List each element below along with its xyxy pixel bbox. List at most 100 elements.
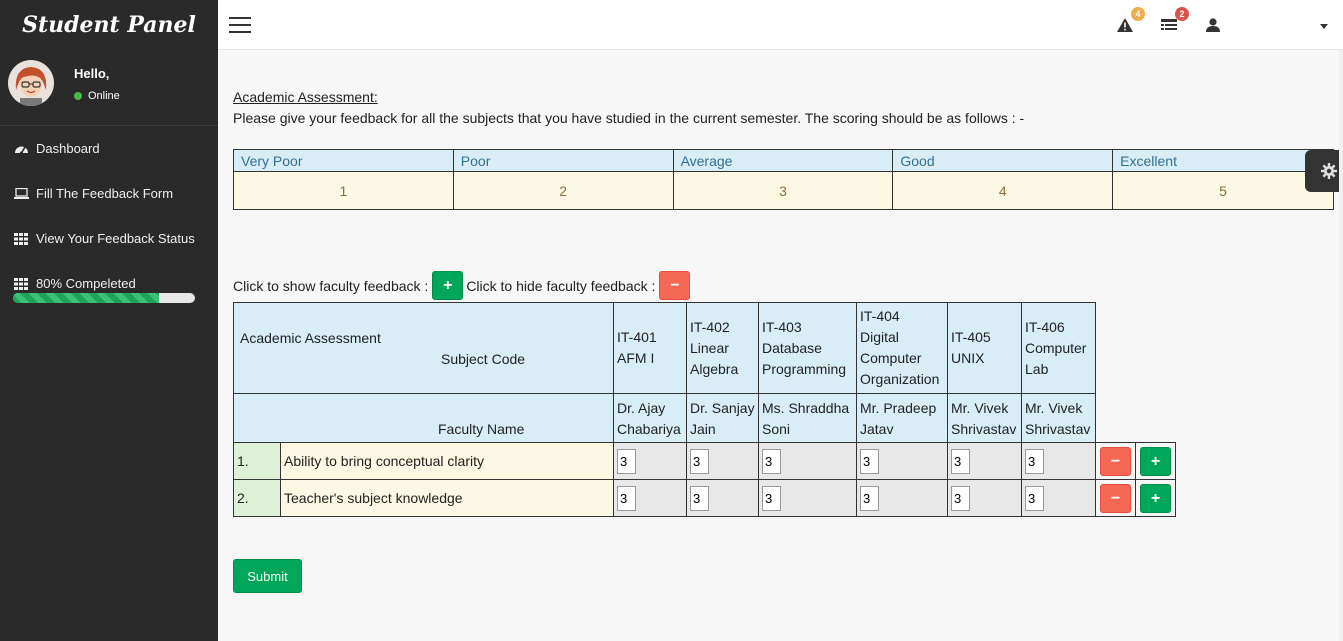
sidebar-item-fill-feedback[interactable]: Fill The Feedback Form bbox=[0, 171, 218, 216]
table-row: 2. Teacher's subject knowledge − + bbox=[233, 479, 1176, 517]
avatar bbox=[8, 60, 54, 106]
criterion-label: Ability to bring conceptual clarity bbox=[280, 442, 614, 480]
score-input[interactable] bbox=[951, 448, 970, 474]
faculty-name: Dr. Ajay Chabariya bbox=[613, 393, 687, 443]
faculty-name-row: Faculty Name Dr. Ajay Chabariya Dr. Sanj… bbox=[233, 393, 1176, 443]
greeting: Hello, bbox=[74, 66, 110, 81]
completion-progress-fill bbox=[13, 293, 159, 303]
subject-code: IT-403 bbox=[762, 318, 802, 335]
score-cell bbox=[947, 442, 1022, 480]
action-cell: − bbox=[1095, 479, 1136, 517]
score-cell bbox=[758, 442, 857, 480]
subject-code-label: Subject Code bbox=[441, 351, 526, 367]
add-row-button[interactable]: + bbox=[1140, 446, 1171, 476]
faculty-name: Ms. Shraddha Soni bbox=[758, 393, 857, 443]
score-cell bbox=[856, 442, 948, 480]
show-feedback-button[interactable]: + bbox=[432, 271, 464, 300]
grid-icon bbox=[13, 277, 29, 290]
table-row: 1. Ability to bring conceptual clarity −… bbox=[233, 442, 1176, 480]
subject-header: IT-404 Digital Computer Organization bbox=[856, 302, 948, 394]
page-scrollbar[interactable] bbox=[1339, 50, 1343, 641]
score-cell bbox=[947, 479, 1022, 517]
score-input[interactable] bbox=[617, 485, 636, 511]
menu-toggle-icon[interactable] bbox=[229, 17, 251, 33]
online-status: Online bbox=[74, 90, 120, 102]
score-input[interactable] bbox=[617, 448, 636, 474]
tasks-badge: 2 bbox=[1175, 7, 1189, 21]
subject-name: UNIX bbox=[951, 350, 985, 366]
scale-label: Poor bbox=[452, 149, 674, 172]
score-input[interactable] bbox=[762, 485, 781, 511]
subject-code: IT-406 bbox=[1025, 318, 1065, 335]
top-navbar: 4 2 bbox=[218, 0, 1343, 50]
laptop-icon bbox=[13, 188, 29, 199]
subject-name: AFM I bbox=[617, 350, 655, 366]
action-cell: + bbox=[1135, 479, 1176, 517]
table-title: Academic Assessment bbox=[240, 330, 381, 346]
alerts-button[interactable]: 4 bbox=[1115, 7, 1145, 35]
subject-code: IT-402 bbox=[690, 318, 730, 335]
score-input[interactable] bbox=[1025, 448, 1044, 474]
tasks-button[interactable]: 2 bbox=[1159, 7, 1189, 35]
subject-header: IT-406 Computer Lab bbox=[1021, 302, 1096, 394]
subject-header: IT-405 UNIX bbox=[947, 302, 1022, 394]
subject-name: Linear Algebra bbox=[690, 339, 739, 377]
hide-feedback-label: Click to hide faculty feedback : bbox=[466, 277, 656, 294]
remove-row-button[interactable]: − bbox=[1100, 483, 1131, 513]
score-cell bbox=[1021, 442, 1096, 480]
gear-icon bbox=[1321, 163, 1337, 179]
subject-code: IT-401 bbox=[617, 329, 657, 345]
settings-tab[interactable] bbox=[1305, 150, 1343, 192]
tasks-icon bbox=[1161, 18, 1177, 30]
page-title: Academic Assessment: bbox=[233, 89, 378, 105]
warning-icon bbox=[1117, 18, 1133, 32]
user-menu-button[interactable] bbox=[1203, 15, 1223, 35]
subject-header: IT-401 AFM I bbox=[613, 302, 687, 394]
sidebar: Student Panel Hello, Online Dashboard Fi… bbox=[0, 0, 218, 641]
faculty-name: Dr. Sanjay Jain bbox=[686, 393, 759, 443]
score-cell bbox=[613, 479, 687, 517]
remove-row-button[interactable]: − bbox=[1100, 446, 1131, 476]
plus-icon: + bbox=[443, 276, 453, 294]
scale-value: 5 bbox=[1112, 171, 1334, 210]
score-input[interactable] bbox=[860, 485, 879, 511]
sidebar-item-label: View Your Feedback Status bbox=[36, 231, 195, 246]
hide-feedback-button[interactable]: − bbox=[659, 271, 691, 300]
online-label: Online bbox=[88, 90, 120, 102]
criterion-label: Teacher's subject knowledge bbox=[280, 479, 614, 517]
add-row-button[interactable]: + bbox=[1140, 483, 1171, 513]
sidebar-item-dashboard[interactable]: Dashboard bbox=[0, 126, 218, 171]
submit-button[interactable]: Submit bbox=[233, 559, 302, 593]
score-input[interactable] bbox=[951, 485, 970, 511]
feedback-table: Academic Assessment Subject Code IT-401 A… bbox=[233, 302, 1176, 517]
score-input[interactable] bbox=[860, 448, 879, 474]
academic-assessment-header: Academic Assessment Subject Code bbox=[233, 302, 614, 394]
scale-label: Good bbox=[892, 149, 1114, 172]
score-input[interactable] bbox=[762, 448, 781, 474]
show-feedback-label: Click to show faculty feedback : bbox=[233, 277, 429, 294]
chevron-down-icon[interactable] bbox=[1320, 24, 1328, 29]
sidebar-item-feedback-status[interactable]: View Your Feedback Status bbox=[0, 216, 218, 261]
minus-icon: − bbox=[1110, 452, 1121, 470]
dashboard-icon bbox=[13, 142, 29, 155]
user-icon bbox=[1206, 18, 1220, 32]
online-dot-icon bbox=[74, 92, 82, 100]
faculty-name: Mr. Pradeep Jatav bbox=[856, 393, 948, 443]
faculty-name: Mr. Vivek Shrivastav bbox=[947, 393, 1022, 443]
score-input[interactable] bbox=[690, 485, 709, 511]
subject-header: IT-402 Linear Algebra bbox=[686, 302, 759, 394]
action-cell: − bbox=[1095, 442, 1136, 480]
score-cell bbox=[686, 442, 759, 480]
brand-title: Student Panel bbox=[22, 12, 196, 38]
subject-code: IT-405 bbox=[951, 329, 991, 345]
completion-progress-bar bbox=[13, 293, 195, 303]
sidebar-nav: Dashboard Fill The Feedback Form View Yo… bbox=[0, 126, 218, 306]
sidebar-item-label: 80% Compeleted bbox=[36, 276, 136, 291]
score-cell bbox=[686, 479, 759, 517]
plus-icon: + bbox=[1150, 489, 1161, 507]
instructions-text: Please give your feedback for all the su… bbox=[233, 110, 1025, 126]
scale-label: Excellent bbox=[1112, 149, 1334, 172]
grid-icon bbox=[13, 232, 29, 245]
score-input[interactable] bbox=[690, 448, 709, 474]
score-input[interactable] bbox=[1025, 485, 1044, 511]
